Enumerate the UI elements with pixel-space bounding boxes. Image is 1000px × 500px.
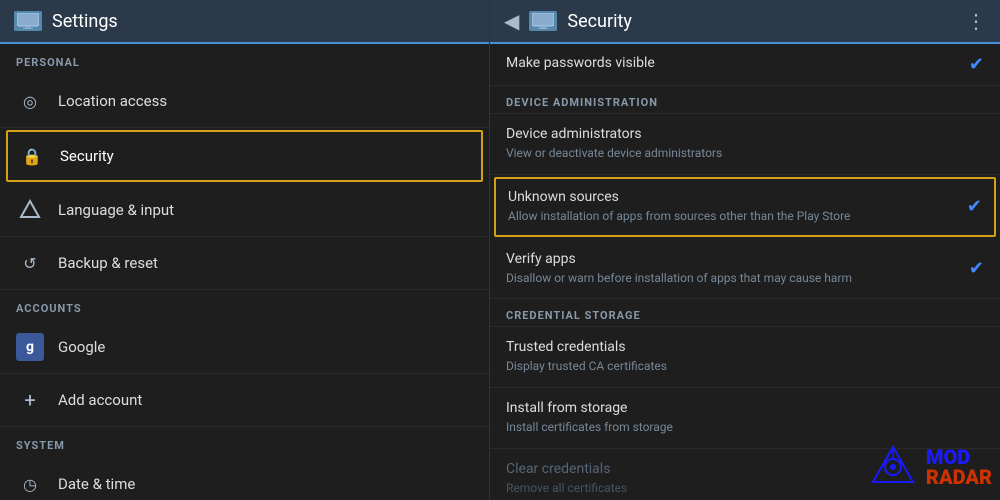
date-label: Date & time (58, 475, 135, 493)
install-from-storage-text: Install from storage Install certificate… (506, 400, 984, 436)
back-arrow-icon[interactable]: ◀ (504, 9, 519, 33)
security-label: Security (60, 147, 114, 165)
left-content: PERSONAL ◎ Location access 🔒 Security La… (0, 44, 489, 500)
personal-section-label: PERSONAL (0, 44, 489, 75)
backup-label: Backup & reset (58, 254, 158, 272)
security-header-icon (529, 11, 557, 31)
right-panel: ◀ Security ⋮ Make passwords visible ✔ DE… (490, 0, 1000, 500)
left-header: Settings (0, 0, 489, 44)
left-panel: Settings PERSONAL ◎ Location access 🔒 Se… (0, 0, 490, 500)
sidebar-item-date[interactable]: ◷ Date & time (0, 458, 489, 500)
mod-label: MOD (926, 447, 992, 467)
trusted-credentials-setting[interactable]: Trusted credentials Display trusted CA c… (490, 327, 1000, 388)
sidebar-item-location[interactable]: ◎ Location access (0, 75, 489, 128)
sidebar-item-language[interactable]: Language & input (0, 184, 489, 237)
google-icon: g (16, 333, 44, 361)
security-title: Security (567, 11, 631, 32)
device-admins-setting[interactable]: Device administrators View or deactivate… (490, 114, 1000, 175)
install-from-storage-title: Install from storage (506, 400, 984, 416)
verify-apps-checkmark: ✔ (969, 258, 984, 279)
add-icon: + (16, 386, 44, 414)
trusted-credentials-text: Trusted credentials Display trusted CA c… (506, 339, 984, 375)
mod-radar-logo (868, 442, 918, 492)
make-passwords-checkmark: ✔ (969, 54, 984, 75)
location-label: Location access (58, 92, 167, 110)
backup-icon: ↺ (16, 249, 44, 277)
settings-title: Settings (52, 11, 118, 32)
verify-apps-subtitle: Disallow or warn before installation of … (506, 270, 961, 287)
device-admins-subtitle: View or deactivate device administrators (506, 145, 984, 162)
language-label: Language & input (58, 201, 174, 219)
right-content: Make passwords visible ✔ DEVICE ADMINIST… (490, 44, 1000, 500)
google-label: Google (58, 338, 105, 356)
sidebar-item-security[interactable]: 🔒 Security (6, 130, 483, 182)
install-from-storage-subtitle: Install certificates from storage (506, 419, 984, 436)
radar-label: RADAR (926, 467, 992, 487)
device-admins-text: Device administrators View or deactivate… (506, 126, 984, 162)
lock-icon: 🔒 (18, 142, 46, 170)
language-icon (16, 196, 44, 224)
overflow-menu-icon[interactable]: ⋮ (966, 9, 986, 33)
unknown-sources-setting[interactable]: Unknown sources Allow installation of ap… (494, 177, 996, 237)
trusted-credentials-subtitle: Display trusted CA certificates (506, 358, 984, 375)
verify-apps-text: Verify apps Disallow or warn before inst… (506, 251, 961, 287)
make-passwords-title: Make passwords visible (506, 55, 655, 71)
unknown-sources-subtitle: Allow installation of apps from sources … (508, 208, 959, 225)
watermark: MOD RADAR (868, 442, 992, 492)
right-header-left: ◀ Security (504, 9, 632, 33)
unknown-sources-title: Unknown sources (508, 189, 959, 205)
monitor-icon (14, 11, 42, 31)
clock-icon: ◷ (16, 470, 44, 498)
watermark-text: MOD RADAR (926, 447, 992, 487)
sidebar-item-add-account[interactable]: + Add account (0, 374, 489, 427)
device-admin-section-label: DEVICE ADMINISTRATION (490, 86, 1000, 114)
install-from-storage-setting[interactable]: Install from storage Install certificate… (490, 388, 1000, 449)
right-header: ◀ Security ⋮ (490, 0, 1000, 44)
accounts-section-label: ACCOUNTS (0, 290, 489, 321)
system-section-label: SYSTEM (0, 427, 489, 458)
unknown-sources-checkmark: ✔ (967, 196, 982, 217)
location-icon: ◎ (16, 87, 44, 115)
trusted-credentials-title: Trusted credentials (506, 339, 984, 355)
make-passwords-setting[interactable]: Make passwords visible ✔ (490, 44, 1000, 86)
credential-storage-section-label: CREDENTIAL STORAGE (490, 299, 1000, 327)
device-admins-title: Device administrators (506, 126, 984, 142)
sidebar-item-google[interactable]: g Google (0, 321, 489, 374)
verify-apps-setting[interactable]: Verify apps Disallow or warn before inst… (490, 239, 1000, 300)
add-account-label: Add account (58, 391, 142, 409)
sidebar-item-backup[interactable]: ↺ Backup & reset (0, 237, 489, 290)
unknown-sources-text: Unknown sources Allow installation of ap… (508, 189, 959, 225)
verify-apps-title: Verify apps (506, 251, 961, 267)
